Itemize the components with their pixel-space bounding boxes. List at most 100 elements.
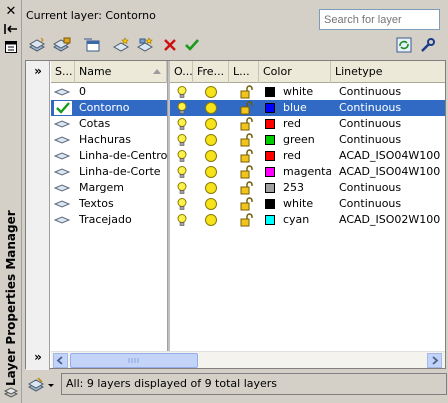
current-layer-check-icon[interactable] [53,100,73,116]
table-row[interactable]: Hachuras green Continuous [51,132,445,148]
layer-name[interactable]: Hachuras [79,132,167,148]
table-row[interactable]: 0 white Continuous [51,84,445,100]
layer-name[interactable]: 0 [79,84,167,100]
color-swatch[interactable] [265,119,275,129]
color-swatch[interactable] [265,87,275,97]
col-status[interactable]: S... [51,61,75,83]
table-row[interactable]: Tracejado cyan ACAD_ISO02W100 [51,212,445,228]
refresh-icon[interactable] [393,34,415,56]
col-lock[interactable]: L... [229,61,259,83]
unlock-icon[interactable] [239,213,253,227]
unlock-icon[interactable] [239,165,253,179]
color-swatch[interactable] [265,151,275,161]
layer-status-icon[interactable] [53,84,73,100]
layer-status-icon[interactable] [53,212,73,228]
light-bulb-on-icon[interactable] [175,149,189,163]
unlock-icon[interactable] [239,197,253,211]
layer-name[interactable]: Tracejado [79,212,167,228]
layer-name[interactable]: Textos [79,196,167,212]
delete-layer-icon[interactable] [159,34,181,56]
linetype[interactable]: ACAD_ISO02W100 [339,212,445,228]
new-property-filter-icon[interactable] [27,34,49,56]
sun-thaw-icon[interactable] [204,149,218,163]
sun-thaw-icon[interactable] [204,117,218,131]
col-on[interactable]: O... [170,61,193,83]
color-swatch[interactable] [265,215,275,225]
color-name[interactable]: white [283,196,331,212]
color-swatch[interactable] [265,167,275,177]
scroll-thumb[interactable] [70,353,198,368]
expand-filter-tree-bottom-icon[interactable]: » [30,349,46,365]
col-color[interactable]: Color [259,61,331,83]
linetype[interactable]: Continuous [339,100,445,116]
unlock-icon[interactable] [239,149,253,163]
color-name[interactable]: cyan [283,212,331,228]
table-row[interactable]: Linha-de-Corte magenta ACAD_ISO04W100 [51,164,445,180]
color-name[interactable]: red [283,116,331,132]
new-layer-vp-frozen-icon[interactable] [135,34,157,56]
color-swatch[interactable] [265,103,275,113]
light-bulb-on-icon[interactable] [175,133,189,147]
unlock-icon[interactable] [239,85,253,99]
color-name[interactable]: green [283,132,331,148]
sun-thaw-icon[interactable] [204,181,218,195]
light-bulb-on-icon[interactable] [175,85,189,99]
linetype[interactable]: Continuous [339,84,445,100]
layer-name[interactable]: Linha-de-Corte [79,164,167,180]
linetype[interactable]: ACAD_ISO04W100 [339,148,445,164]
sun-thaw-icon[interactable] [204,85,218,99]
light-bulb-on-icon[interactable] [175,117,189,131]
light-bulb-on-icon[interactable] [175,165,189,179]
unlock-icon[interactable] [239,117,253,131]
layer-status-icon[interactable] [53,180,73,196]
table-row[interactable]: Contorno blue Continuous [51,100,445,116]
col-linetype[interactable]: Linetype [331,61,445,83]
sun-thaw-icon[interactable] [204,197,218,211]
linetype[interactable]: ACAD_ISO04W100 [339,164,445,180]
properties-menu-icon[interactable] [4,40,18,54]
color-swatch[interactable] [265,135,275,145]
layer-status-icon[interactable] [53,132,73,148]
expand-filter-tree-icon[interactable]: » [30,63,46,79]
col-name[interactable]: Name [75,61,167,83]
color-name[interactable]: magenta [283,164,331,180]
linetype[interactable]: Continuous [339,180,445,196]
unlock-icon[interactable] [239,101,253,115]
layer-name[interactable]: Linha-de-Centro [79,148,167,164]
linetype[interactable]: Continuous [339,132,445,148]
close-icon[interactable]: ✕ [4,4,18,19]
layer-name[interactable]: Contorno [79,100,167,116]
color-swatch[interactable] [265,183,275,193]
linetype[interactable]: Continuous [339,196,445,212]
unlock-icon[interactable] [239,181,253,195]
filter-dropdown[interactable] [27,375,57,395]
color-name[interactable]: white [283,84,331,100]
new-layer-icon[interactable] [111,34,133,56]
table-row[interactable]: Textos white Continuous [51,196,445,212]
layer-name[interactable]: Cotas [79,116,167,132]
layer-status-icon[interactable] [53,116,73,132]
table-row[interactable]: Margem 253 Continuous [51,180,445,196]
sun-thaw-icon[interactable] [204,165,218,179]
color-name[interactable]: 253 [283,180,331,196]
sun-thaw-icon[interactable] [204,101,218,115]
frozen-column-splitter[interactable] [167,61,170,351]
table-row[interactable]: Cotas red Continuous [51,116,445,132]
settings-icon[interactable] [417,34,439,56]
color-name[interactable]: blue [283,100,331,116]
search-input[interactable] [319,9,440,30]
sun-thaw-icon[interactable] [204,213,218,227]
light-bulb-on-icon[interactable] [175,181,189,195]
new-group-filter-icon[interactable] [51,34,73,56]
layer-states-manager-icon[interactable] [81,34,103,56]
scroll-right-icon[interactable] [427,353,442,368]
unlock-icon[interactable] [239,133,253,147]
layer-status-icon[interactable] [53,196,73,212]
color-swatch[interactable] [265,199,275,209]
set-current-icon[interactable] [181,34,203,56]
auto-hide-icon[interactable] [4,22,18,36]
layer-status-icon[interactable] [53,164,73,180]
col-freeze[interactable]: Fre... [193,61,229,83]
light-bulb-on-icon[interactable] [175,101,189,115]
light-bulb-on-icon[interactable] [175,213,189,227]
